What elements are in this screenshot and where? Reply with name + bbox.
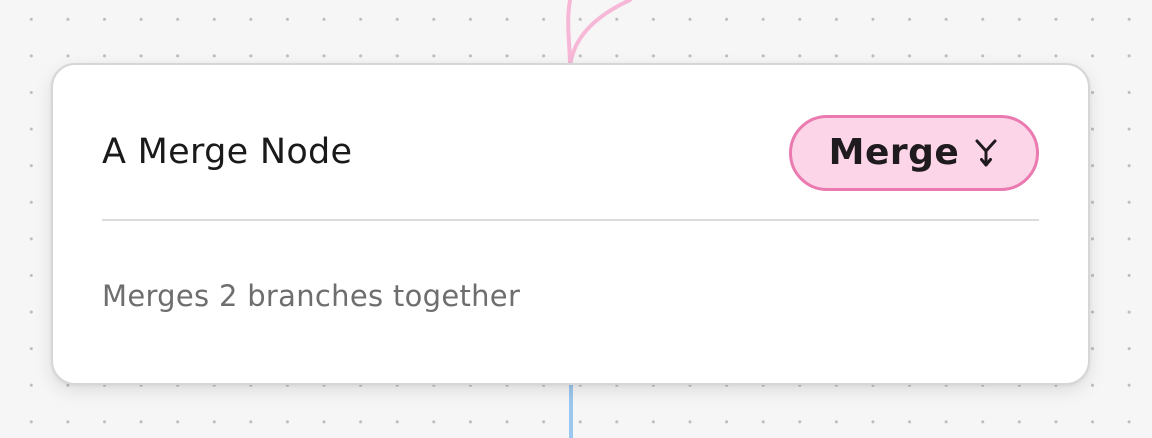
workflow-canvas[interactable]: A Merge Node Merge Merges 2 branches tog…: [0, 0, 1152, 438]
node-description: Merges 2 branches together: [102, 279, 521, 313]
node-title: A Merge Node: [102, 132, 353, 172]
merge-type-badge[interactable]: Merge: [789, 115, 1039, 191]
incoming-edge-right[interactable]: [568, 0, 632, 68]
merge-node-card[interactable]: A Merge Node Merge Merges 2 branches tog…: [51, 63, 1090, 385]
header-divider: [102, 219, 1039, 221]
badge-label: Merge: [828, 132, 960, 173]
node-header: A Merge Node Merge: [102, 115, 1039, 193]
incoming-edge-left[interactable]: [566, 0, 572, 68]
merge-icon: [973, 138, 999, 168]
